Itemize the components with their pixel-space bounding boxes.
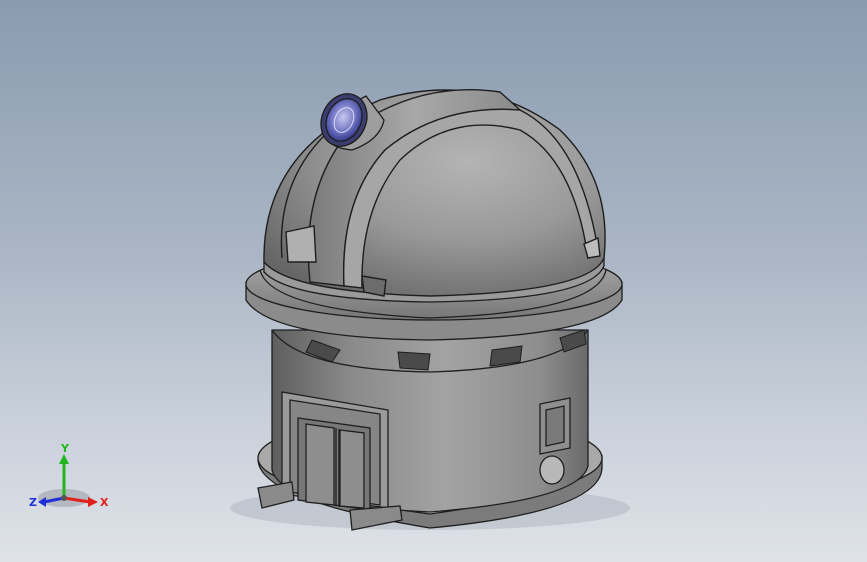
x-axis-arrow <box>88 497 98 507</box>
y-axis-arrow <box>59 454 69 464</box>
dome <box>263 89 606 297</box>
triad-origin <box>61 495 67 501</box>
observatory-model[interactable] <box>0 0 867 562</box>
y-axis-label: Y <box>60 442 70 455</box>
z-axis-label: Z <box>29 496 37 509</box>
view-orientation-triad[interactable]: Y X Z <box>28 440 109 520</box>
graphics-viewport[interactable]: Y X Z <box>0 0 867 562</box>
x-axis-label: X <box>100 496 108 509</box>
